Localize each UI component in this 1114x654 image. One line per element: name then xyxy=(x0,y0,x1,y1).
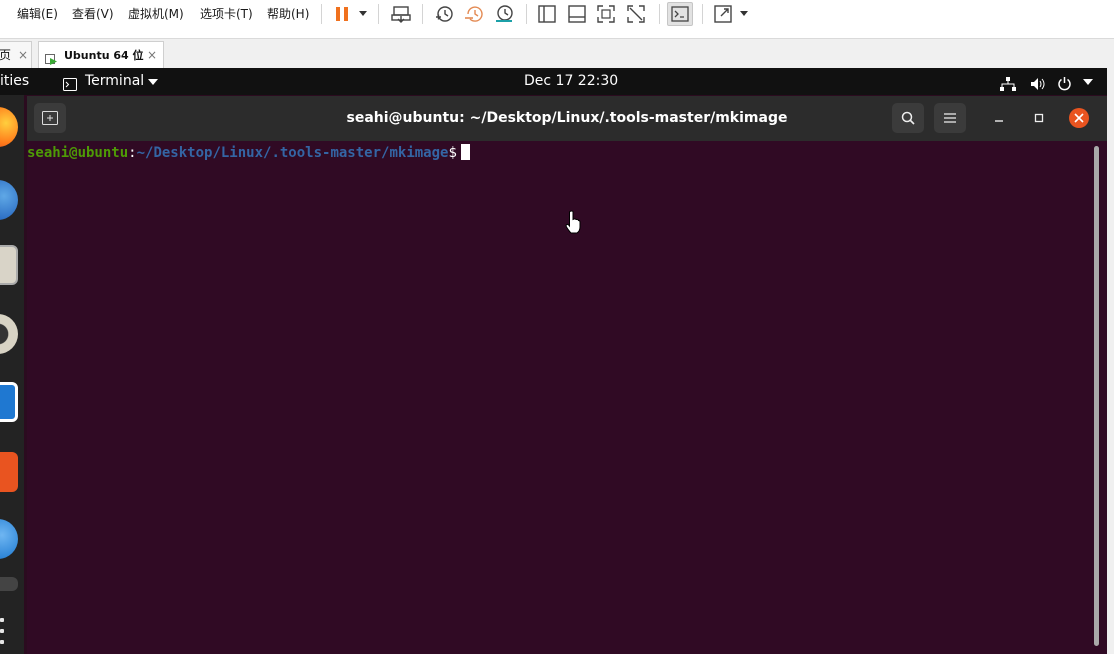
menu-view[interactable]: 查看(V) xyxy=(72,0,114,30)
close-button[interactable] xyxy=(1069,108,1089,128)
terminal-scrollbar[interactable] xyxy=(1094,146,1099,646)
vmware-tab-strip: 页 × Ubuntu 64 位 × xyxy=(0,38,1114,69)
unity-icon[interactable] xyxy=(624,3,648,25)
power-icon[interactable] xyxy=(1057,74,1072,91)
close-icon xyxy=(1074,113,1084,123)
tab-home-label: 页 xyxy=(0,48,12,62)
activities-button[interactable]: ities xyxy=(0,68,29,95)
pause-icon[interactable] xyxy=(330,3,354,25)
help-icon[interactable] xyxy=(0,519,18,559)
vm-window-edge xyxy=(1107,68,1114,654)
terminal-window: seahi@ubuntu: ~/Desktop/Linux/.tools-mas… xyxy=(27,96,1107,654)
clock[interactable]: Dec 17 22:30 xyxy=(524,68,618,95)
terminal-header-bar: seahi@ubuntu: ~/Desktop/Linux/.tools-mas… xyxy=(27,96,1107,141)
files-icon[interactable] xyxy=(0,245,18,285)
thunderbird-icon[interactable] xyxy=(0,180,18,220)
firefox-icon[interactable] xyxy=(0,107,18,147)
new-tab-icon xyxy=(42,111,58,125)
minimize-icon xyxy=(995,120,1003,122)
hand-pointer-icon xyxy=(565,210,581,238)
terminal-icon[interactable] xyxy=(667,2,693,26)
toolbar-divider xyxy=(659,4,660,24)
toolbar-divider xyxy=(702,4,703,24)
volume-icon[interactable] xyxy=(1030,74,1046,90)
snapshot-icon[interactable] xyxy=(432,3,456,25)
vmware-toolbar: 编辑(E) 查看(V) 虚拟机(M) 选项卡(T) 帮助(H) xyxy=(0,0,1114,30)
terminal-body[interactable]: seahi@ubuntu:~/Desktop/Linux/.tools-mast… xyxy=(27,141,1087,654)
toolbar-divider xyxy=(378,4,379,24)
revert-snapshot-icon[interactable] xyxy=(462,3,486,25)
prompt-path: ~/Desktop/Linux/.tools-master/mkimage xyxy=(136,145,449,161)
menu-help[interactable]: 帮助(H) xyxy=(267,0,309,30)
ubuntu-dock xyxy=(0,95,24,654)
stretch-icon[interactable] xyxy=(711,3,735,25)
maximize-button[interactable] xyxy=(1027,106,1051,130)
search-icon xyxy=(901,111,915,125)
stretch-dropdown-icon[interactable] xyxy=(740,11,748,16)
show-applications-icon[interactable] xyxy=(0,614,8,648)
toolbar-divider xyxy=(422,4,423,24)
tab-ubuntu[interactable]: Ubuntu 64 位 × xyxy=(38,41,164,69)
libreoffice-writer-icon[interactable] xyxy=(0,382,18,422)
tab-home[interactable]: 页 × xyxy=(0,41,32,69)
sidebar-icon[interactable] xyxy=(535,3,559,25)
shell-prompt: seahi@ubuntu:~/Desktop/Linux/.tools-mast… xyxy=(27,144,470,162)
menu-vm[interactable]: 虚拟机(M) xyxy=(128,0,184,30)
ubuntu-top-bar: ities Terminal Dec 17 22:30 xyxy=(0,68,1107,95)
toolbar-divider xyxy=(321,4,322,24)
text-cursor xyxy=(460,144,470,160)
close-icon[interactable]: × xyxy=(18,42,28,69)
toolbar-divider xyxy=(526,4,527,24)
snapshot-manager-icon[interactable] xyxy=(492,3,516,25)
terminal-app-icon xyxy=(63,74,77,91)
vm-running-icon xyxy=(45,49,58,65)
network-icon[interactable] xyxy=(1000,74,1016,91)
menu-tabs[interactable]: 选项卡(T) xyxy=(200,0,253,30)
app-menu-chevron-icon[interactable] xyxy=(148,79,158,85)
console-view-icon[interactable] xyxy=(565,3,589,25)
menu-icon xyxy=(944,113,956,123)
prompt-symbol: $ xyxy=(448,145,457,161)
minimize-button[interactable] xyxy=(987,106,1011,130)
prompt-user: seahi@ubuntu xyxy=(27,145,129,161)
rhythmbox-icon[interactable] xyxy=(0,314,18,354)
system-menu-chevron-icon[interactable] xyxy=(1083,79,1093,85)
new-tab-button[interactable] xyxy=(34,103,66,133)
maximize-icon xyxy=(1034,113,1044,123)
send-ctrl-alt-del-icon[interactable] xyxy=(389,3,413,25)
fullscreen-icon[interactable] xyxy=(594,3,618,25)
dock-app-icon[interactable] xyxy=(0,577,18,591)
software-center-icon[interactable] xyxy=(0,452,18,492)
search-button[interactable] xyxy=(892,103,924,133)
pause-dropdown-icon[interactable] xyxy=(359,11,367,16)
menu-edit[interactable]: 编辑(E) xyxy=(17,0,58,30)
prompt-colon: : xyxy=(128,145,137,161)
tab-ubuntu-label: Ubuntu 64 位 xyxy=(64,49,144,62)
hamburger-menu-button[interactable] xyxy=(934,103,966,133)
app-menu-label[interactable]: Terminal xyxy=(85,68,144,95)
close-icon[interactable]: × xyxy=(147,42,157,69)
